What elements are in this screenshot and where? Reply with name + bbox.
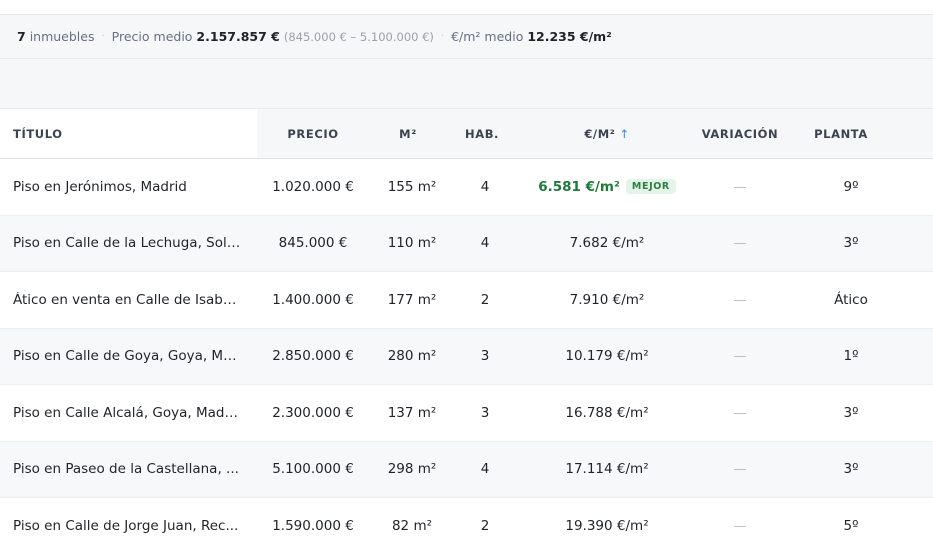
summary-bar: 7 inmuebles · Precio medio 2.157.857 € (… <box>0 14 933 59</box>
cell-m2: 280 m² <box>387 348 437 365</box>
col-header-price[interactable]: PRECIO <box>257 127 369 141</box>
cell-m2: 82 m² <box>391 517 433 534</box>
listing-count: 7 inmuebles <box>17 29 95 44</box>
col-header-variation[interactable]: VARIACIÓN <box>685 127 795 141</box>
cell-variation: — <box>733 235 747 252</box>
listings-table: TÍTULO PRECIO M² HAB. €/M² ↑ VARIACIÓN PL… <box>0 108 933 541</box>
cell-hab: 4 <box>480 461 490 478</box>
cell-variation: — <box>733 517 747 534</box>
table-row[interactable]: Piso en Calle de Goya, Goya, Ma... 2.850… <box>0 328 933 385</box>
avg-eur-m2: €/m² medio 12.235 €/m² <box>451 29 612 44</box>
best-eur-m2-value: 6.581 €/m² <box>538 178 620 195</box>
arrow-up-icon: ↑ <box>619 126 630 141</box>
cell-m2: 155 m² <box>387 178 437 195</box>
best-badge: MEJOR <box>625 179 676 195</box>
cell-eur-m2: 10.179 €/m² <box>565 348 649 365</box>
col-header-hab[interactable]: HAB. <box>447 127 517 141</box>
cell-hab: 4 <box>480 178 490 195</box>
table-row[interactable]: Piso en Calle de la Lechuga, Sol, ... 84… <box>0 215 933 272</box>
cell-m2: 177 m² <box>387 291 437 308</box>
cell-variation: — <box>733 461 747 478</box>
cell-variation: — <box>733 348 747 365</box>
cell-eur-m2: 7.682 €/m² <box>569 235 645 252</box>
cell-title: Piso en Calle Alcalá, Goya, Madrid <box>13 404 243 421</box>
cell-planta: Ático <box>834 291 868 308</box>
cell-planta: 9º <box>843 178 859 195</box>
cell-price: 1.590.000 € <box>272 517 354 534</box>
table-row[interactable]: Piso en Calle Alcalá, Goya, Madrid 2.300… <box>0 385 933 442</box>
cell-m2: 137 m² <box>387 404 437 421</box>
cell-price: 845.000 € <box>278 235 348 252</box>
avg-price: Precio medio 2.157.857 € (845.000 € – 5.… <box>111 29 434 44</box>
cell-eur-m2: 16.788 €/m² <box>565 404 649 421</box>
cell-planta: 3º <box>843 404 859 421</box>
cell-eur-m2: 7.910 €/m² <box>569 291 645 308</box>
cell-variation: — <box>733 291 747 308</box>
cell-planta: 5º <box>843 517 859 534</box>
col-header-m2[interactable]: M² <box>369 127 447 141</box>
cell-title: Piso en Jerónimos, Madrid <box>13 178 187 195</box>
cell-planta: 3º <box>843 235 859 252</box>
separator-dot: · <box>440 31 445 42</box>
cell-variation: — <box>733 178 747 195</box>
table-row[interactable]: Piso en Paseo de la Castellana, ... 5.10… <box>0 441 933 498</box>
cell-m2: 110 m² <box>387 235 437 252</box>
separator-dot: · <box>101 31 105 42</box>
cell-price: 2.300.000 € <box>272 404 354 421</box>
cell-title: Piso en Calle de Jorge Juan, Rec... <box>13 517 239 534</box>
table-header: TÍTULO PRECIO M² HAB. €/M² ↑ VARIACIÓN PL… <box>0 109 933 159</box>
cell-planta: 3º <box>843 461 859 478</box>
cell-title: Ático en venta en Calle de Isabe... <box>13 291 245 308</box>
cell-hab: 3 <box>480 404 490 421</box>
col-header-eur-m2[interactable]: €/M² ↑ <box>517 127 685 141</box>
col-header-eur-m2-label: €/M² <box>584 126 616 141</box>
table-row[interactable]: Ático en venta en Calle de Isabe... 1.40… <box>0 272 933 329</box>
cell-price: 1.400.000 € <box>272 291 354 308</box>
price-range: (845.000 € – 5.100.000 €) <box>283 30 434 44</box>
table-row[interactable]: Piso en Calle de Jorge Juan, Rec... 1.59… <box>0 498 933 541</box>
cell-m2: 298 m² <box>387 461 437 478</box>
cell-price: 1.020.000 € <box>272 178 354 195</box>
col-header-planta[interactable]: PLANTA <box>795 127 887 141</box>
cell-hab: 2 <box>480 291 490 308</box>
cell-planta: 1º <box>843 348 859 365</box>
cell-title: Piso en Calle de la Lechuga, Sol, ... <box>13 235 249 252</box>
cell-title: Piso en Calle de Goya, Goya, Ma... <box>13 348 245 365</box>
cell-eur-m2: 6.581 €/m² MEJOR <box>517 179 685 195</box>
cell-hab: 2 <box>480 517 490 534</box>
cell-price: 5.100.000 € <box>272 461 354 478</box>
cell-variation: — <box>733 404 747 421</box>
table-row[interactable]: Piso en Jerónimos, Madrid 1.020.000 € 15… <box>0 159 933 216</box>
cell-eur-m2: 19.390 €/m² <box>565 517 649 534</box>
spacer-band <box>0 59 933 108</box>
cell-hab: 3 <box>480 348 490 365</box>
cell-title: Piso en Paseo de la Castellana, ... <box>13 461 239 478</box>
col-header-title[interactable]: TÍTULO <box>0 109 257 158</box>
cell-eur-m2: 17.114 €/m² <box>565 461 649 478</box>
cell-price: 2.850.000 € <box>272 348 354 365</box>
cell-hab: 4 <box>480 235 490 252</box>
